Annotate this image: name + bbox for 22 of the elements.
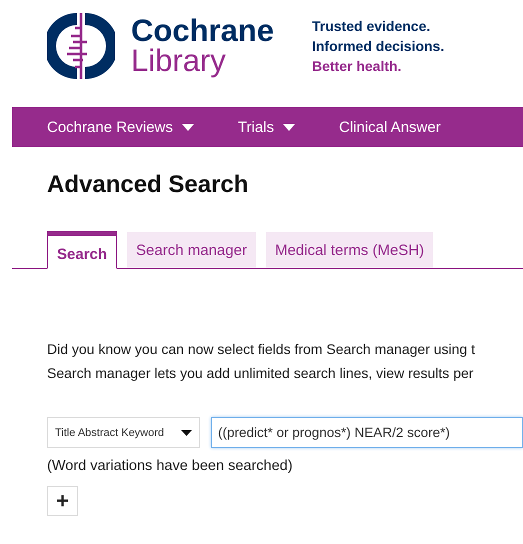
search-hint: (Word variations have been searched) bbox=[47, 458, 294, 474]
tagline: Trusted evidence. bbox=[312, 17, 432, 36]
notice-text: Search manager lets you add unlimited search lines, view results per bbox=[47, 365, 474, 381]
notice-text: Did you know you can now select fields from Search manager using t bbox=[47, 341, 476, 357]
cochrane-logo-icon bbox=[47, 12, 115, 80]
brand-name: Library bbox=[131, 46, 227, 76]
brand-name: Cochrane bbox=[131, 16, 274, 46]
nav-menu-item[interactable]: Trials bbox=[238, 118, 295, 136]
nav-menu-item[interactable]: Cochrane Reviews bbox=[47, 118, 194, 136]
search-input-field[interactable]: ((predict* or prognos*) NEAR/2 score*) bbox=[211, 417, 523, 448]
add-line-button[interactable]: + bbox=[47, 486, 78, 516]
page-title: Advanced Search bbox=[47, 171, 250, 200]
field-dropdown[interactable]: Title Abstract Keyword bbox=[47, 417, 200, 448]
caret-icon bbox=[181, 430, 192, 436]
caret-icon bbox=[283, 124, 295, 130]
caret-icon bbox=[182, 124, 194, 130]
tab[interactable]: Medical terms (MeSH) bbox=[266, 232, 434, 268]
tagline: Better health. bbox=[312, 57, 402, 76]
tagline: Informed decisions. bbox=[312, 37, 444, 56]
tab[interactable]: Search manager bbox=[127, 232, 256, 268]
nav-menu-item[interactable]: Clinical Answer bbox=[339, 118, 441, 136]
tab[interactable]: Search bbox=[47, 231, 118, 269]
